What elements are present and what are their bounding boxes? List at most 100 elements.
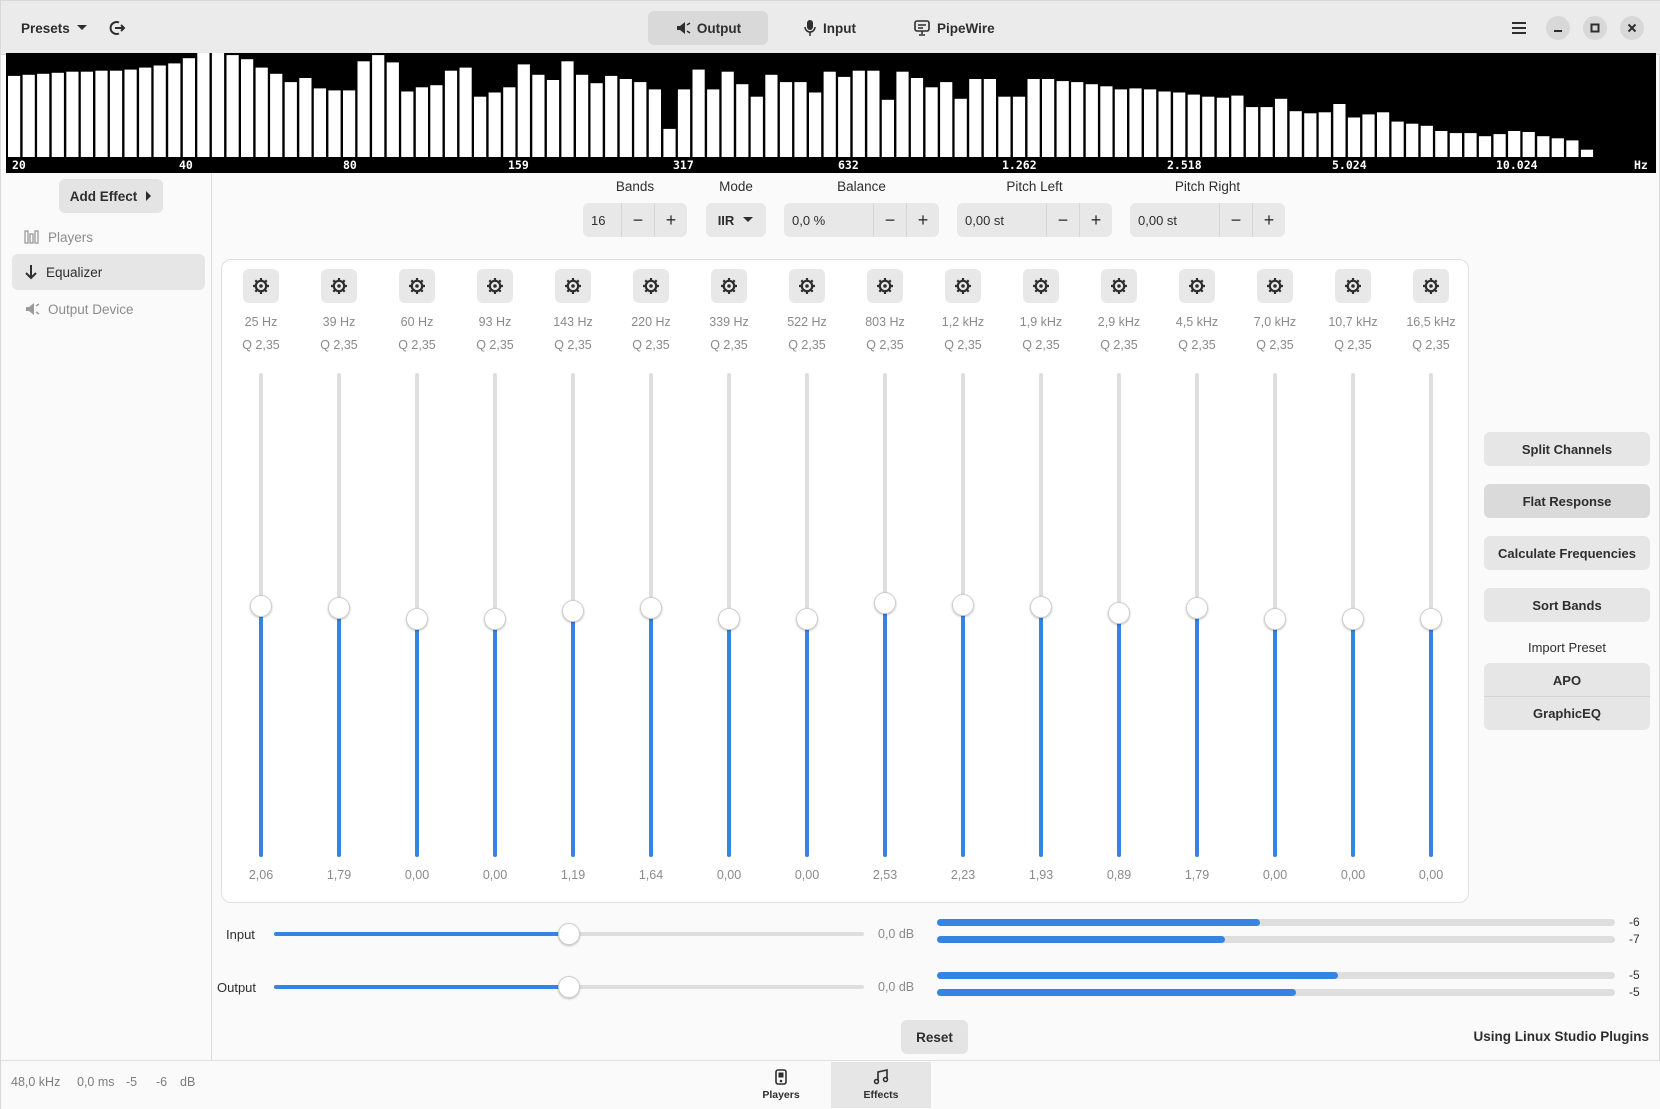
bands-decrement-button[interactable]: − xyxy=(621,203,654,237)
bands-increment-button[interactable]: + xyxy=(654,203,687,237)
gear-icon xyxy=(1033,278,1049,294)
band-settings-button[interactable] xyxy=(633,269,669,303)
input-level-fill xyxy=(937,919,1261,926)
pitch-right-spinbutton[interactable]: 0,00 st − + xyxy=(1130,203,1285,237)
band-gain-handle[interactable] xyxy=(562,600,584,623)
band-quality: Q 2,35 xyxy=(1022,338,1060,352)
pitch-right-increment-button[interactable]: + xyxy=(1252,203,1285,237)
spectrum-label: 159 xyxy=(508,158,529,172)
band-gain-handle[interactable] xyxy=(250,595,272,618)
sidebar-item-players[interactable]: Players xyxy=(12,219,205,255)
balance-increment-button[interactable]: + xyxy=(906,203,939,237)
pitch-left-increment-button[interactable]: + xyxy=(1079,203,1112,237)
output-gain-fill xyxy=(274,985,569,989)
band-quality: Q 2,35 xyxy=(632,338,670,352)
band-gain-fill xyxy=(1039,607,1043,857)
band-gain-fill xyxy=(337,608,341,857)
output-gain-label: Output xyxy=(217,980,257,995)
band-gain-value: 0,00 xyxy=(794,868,820,882)
band-gain-value: 2,06 xyxy=(248,868,274,882)
band-gain-handle[interactable] xyxy=(1342,607,1364,630)
minimize-button[interactable] xyxy=(1546,16,1570,40)
apo-label: APO xyxy=(1552,672,1582,688)
band-settings-button[interactable] xyxy=(243,269,279,303)
band-settings-button[interactable] xyxy=(477,269,513,303)
band-gain-handle[interactable] xyxy=(640,597,662,620)
band-settings-button[interactable] xyxy=(1023,269,1059,303)
band-gain-handle[interactable] xyxy=(1108,602,1130,625)
band-frequency: 16,5 kHz xyxy=(1406,315,1456,329)
band-settings-button[interactable] xyxy=(555,269,591,303)
sidebar-item-output-device[interactable]: Output Device xyxy=(12,291,205,327)
bands-spinbutton[interactable]: 16 − + xyxy=(583,203,687,237)
band-settings-button[interactable] xyxy=(711,269,747,303)
tab-output[interactable]: Output xyxy=(648,11,768,45)
band-settings-button[interactable] xyxy=(1101,269,1137,303)
input-level-meter-left xyxy=(937,919,1615,926)
band-gain-handle[interactable] xyxy=(1420,607,1442,630)
media-player-icon xyxy=(775,1069,787,1085)
reset-button[interactable]: Reset xyxy=(901,1020,968,1054)
tab-input[interactable]: Input xyxy=(791,11,868,45)
close-button[interactable] xyxy=(1620,16,1644,40)
pitch-right-decrement-button[interactable]: − xyxy=(1219,203,1252,237)
sort-bands-label: Sort Bands xyxy=(1532,597,1602,613)
band-settings-button[interactable] xyxy=(1413,269,1449,303)
output-gain-handle[interactable] xyxy=(558,976,580,998)
pitch-left-spinbutton[interactable]: 0,00 st − + xyxy=(957,203,1112,237)
view-switch-effects[interactable]: Effects xyxy=(831,1062,931,1108)
band-settings-button[interactable] xyxy=(1335,269,1371,303)
spectrum-label: 5.024 xyxy=(1332,158,1367,172)
band-gain-handle[interactable] xyxy=(406,607,428,630)
band-gain-handle[interactable] xyxy=(718,607,740,630)
balance-decrement-button[interactable]: − xyxy=(873,203,906,237)
band-settings-button[interactable] xyxy=(867,269,903,303)
input-level-left-value: -6 xyxy=(1629,915,1640,929)
band-settings-button[interactable] xyxy=(399,269,435,303)
balance-spinbutton[interactable]: 0,0 % − + xyxy=(784,203,939,237)
input-gain-slider[interactable] xyxy=(274,923,864,945)
output-gain-slider[interactable] xyxy=(274,976,864,998)
pitch-left-decrement-button[interactable]: − xyxy=(1046,203,1079,237)
band-gain-handle[interactable] xyxy=(1186,597,1208,620)
presets-menu-button[interactable]: Presets xyxy=(9,11,100,45)
chevron-down-icon xyxy=(743,217,754,222)
import-apo-button[interactable]: APO xyxy=(1484,663,1650,697)
sort-bands-button[interactable]: Sort Bands xyxy=(1484,588,1650,622)
eq-band: 60 Hz Q 2,35 0,00 xyxy=(382,260,452,904)
flat-response-label: Flat Response xyxy=(1522,493,1612,509)
band-gain-handle[interactable] xyxy=(1264,607,1286,630)
latency: 0,0 ms xyxy=(77,1075,115,1089)
calculate-frequencies-button[interactable]: Calculate Frequencies xyxy=(1484,536,1650,570)
band-settings-button[interactable] xyxy=(321,269,357,303)
input-gain-handle[interactable] xyxy=(558,923,580,945)
maximize-button[interactable] xyxy=(1583,16,1607,40)
main-menu-button[interactable] xyxy=(1505,14,1533,42)
view-switch-players[interactable]: Players xyxy=(731,1062,831,1108)
import-preset-label: Import Preset xyxy=(1527,640,1607,655)
band-gain-handle[interactable] xyxy=(328,597,350,620)
band-gain-handle[interactable] xyxy=(952,594,974,617)
mode-dropdown[interactable]: IIR xyxy=(706,203,766,237)
band-settings-button[interactable] xyxy=(1257,269,1293,303)
hamburger-menu-icon xyxy=(1512,22,1526,34)
band-settings-button[interactable] xyxy=(789,269,825,303)
sidebar-item-equalizer[interactable]: Equalizer xyxy=(12,254,205,290)
band-gain-handle[interactable] xyxy=(1030,596,1052,619)
flat-response-button[interactable]: Flat Response xyxy=(1484,484,1650,518)
add-effect-button[interactable]: Add Effect xyxy=(59,179,163,213)
band-gain-handle[interactable] xyxy=(796,607,818,630)
band-quality: Q 2,35 xyxy=(476,338,514,352)
import-graphiceq-button[interactable]: GraphicEQ xyxy=(1484,696,1650,730)
output-level-fill xyxy=(937,989,1297,996)
band-settings-button[interactable] xyxy=(945,269,981,303)
band-gain-handle[interactable] xyxy=(874,592,896,615)
spectrum-label: 632 xyxy=(838,158,859,172)
band-gain-handle[interactable] xyxy=(484,607,506,630)
split-channels-button[interactable]: Split Channels xyxy=(1484,432,1650,466)
sidebar-item-label: Equalizer xyxy=(46,264,103,280)
bypass-button[interactable] xyxy=(103,14,131,42)
band-settings-button[interactable] xyxy=(1179,269,1215,303)
pitch-left-label: Pitch Left xyxy=(1006,179,1063,194)
tab-pipewire[interactable]: PipeWire xyxy=(901,11,1007,45)
